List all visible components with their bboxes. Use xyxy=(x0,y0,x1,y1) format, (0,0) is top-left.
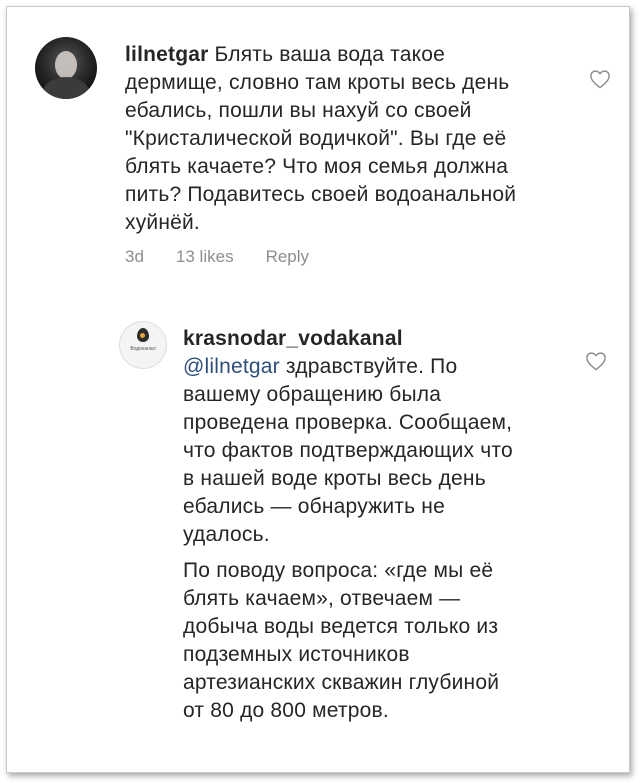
comment-body: krasnodar_vodakanal @lilnetgar здравству… xyxy=(183,325,523,725)
comment-time[interactable]: 3d xyxy=(125,247,144,267)
avatar-logo-text: Водоканал xyxy=(130,346,156,352)
avatar-face xyxy=(55,51,77,79)
comment-paragraph-1: @lilnetgar здравствуйте. По вашему обращ… xyxy=(183,353,523,549)
comment-meta: 3d 13 likes Reply xyxy=(125,247,309,267)
comment-paragraph-2: По поводу вопроса: «где мы её блять кача… xyxy=(183,559,500,722)
comment-likes[interactable]: 13 likes xyxy=(176,247,234,267)
heart-icon[interactable] xyxy=(585,351,607,371)
mention-link[interactable]: @lilnetgar xyxy=(183,355,280,378)
screenshot-frame: lilnetgar Блять ваша вода такое дермище,… xyxy=(6,6,630,773)
heart-icon[interactable] xyxy=(589,69,611,89)
comment-text: Блять ваша вода такое дермище, словно та… xyxy=(125,43,517,234)
avatar-shoulders xyxy=(43,77,89,99)
comment-username[interactable]: krasnodar_vodakanal xyxy=(183,325,523,353)
reply-button[interactable]: Reply xyxy=(266,247,309,267)
comment-username[interactable]: lilnetgar xyxy=(125,43,208,66)
comment-body: lilnetgar Блять ваша вода такое дермище,… xyxy=(125,41,545,237)
water-drop-logo-icon xyxy=(137,328,149,342)
comment-text-1: здравствуйте. По вашему обращению была п… xyxy=(183,355,513,546)
user-avatar[interactable] xyxy=(35,37,97,99)
company-avatar[interactable]: Водоканал xyxy=(119,321,167,369)
